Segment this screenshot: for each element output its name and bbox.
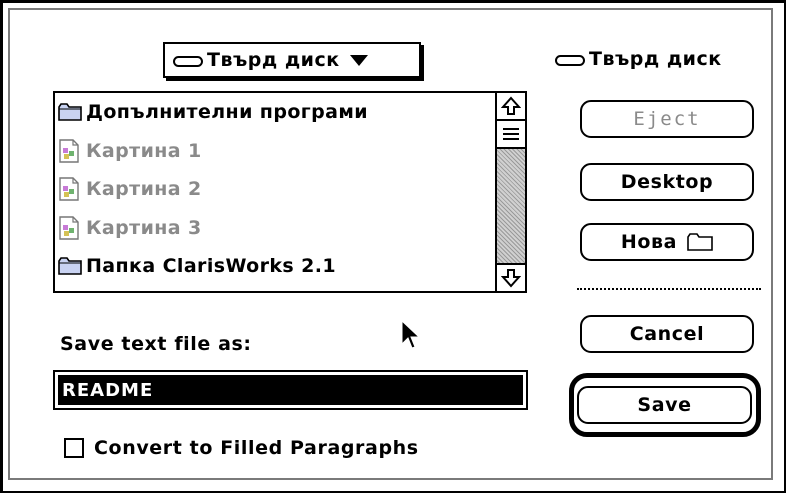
save-button-label: Save xyxy=(637,394,692,416)
folder-icon xyxy=(687,233,713,251)
disk-icon xyxy=(173,55,203,67)
cancel-button-label: Cancel xyxy=(629,323,705,345)
file-list-item[interactable]: Картина 3 xyxy=(55,209,495,248)
scroll-thumb[interactable] xyxy=(497,121,525,149)
file-list-item-label: Допълнителни програми xyxy=(86,101,368,124)
desktop-button-label: Desktop xyxy=(620,171,714,193)
convert-checkbox[interactable] xyxy=(64,438,84,458)
file-list-item-label: Папка ClarisWorks 2.1 xyxy=(86,255,336,278)
save-button[interactable]: Save xyxy=(577,386,752,424)
folder-icon xyxy=(58,103,82,122)
document-icon xyxy=(59,216,79,240)
convert-option-label: Convert to Filled Paragraphs xyxy=(94,437,419,459)
filename-value: README xyxy=(58,375,523,405)
scroll-up-button[interactable] xyxy=(497,93,525,121)
document-icon xyxy=(59,139,79,163)
scroll-down-button[interactable] xyxy=(497,263,525,291)
convert-option[interactable]: Convert to Filled Paragraphs xyxy=(64,437,419,459)
eject-button-label: Eject xyxy=(633,108,701,130)
new-folder-button[interactable]: Нова xyxy=(580,223,754,261)
file-list-item-label: Картина 3 xyxy=(86,216,202,239)
disk-icon xyxy=(555,54,585,66)
arrow-down-icon xyxy=(501,269,521,288)
file-list-item-label: Картина 2 xyxy=(86,178,202,201)
file-list[interactable]: Допълнителни програми Картина 1 Картина 2 К… xyxy=(53,91,527,293)
arrow-up-icon xyxy=(501,96,521,115)
button-separator xyxy=(577,288,761,290)
file-list-item[interactable]: Картина 2 xyxy=(55,170,495,209)
location-popup-menu[interactable]: Твърд диск xyxy=(163,42,421,78)
file-list-item[interactable]: Картина 1 xyxy=(55,132,495,171)
desktop-button[interactable]: Desktop xyxy=(580,163,754,201)
cancel-button[interactable]: Cancel xyxy=(580,315,754,353)
folder-icon xyxy=(58,257,82,276)
filename-field[interactable]: README xyxy=(53,370,528,410)
volume-name[interactable]: Твърд диск xyxy=(555,48,722,70)
eject-button[interactable]: Eject xyxy=(580,100,754,138)
save-prompt: Save text file as: xyxy=(60,333,252,355)
document-icon xyxy=(59,177,79,201)
file-list-scrollbar[interactable] xyxy=(495,93,525,291)
volume-label: Твърд диск xyxy=(589,48,722,70)
arrow-cursor-icon xyxy=(401,320,421,349)
location-popup-label: Твърд диск xyxy=(207,49,340,71)
new-folder-button-label: Нова xyxy=(620,231,678,253)
file-list-item[interactable]: Папка ClarisWorks 2.1 xyxy=(55,247,495,286)
file-list-item[interactable]: Допълнителни програми xyxy=(55,93,495,132)
triangle-down-icon xyxy=(349,54,368,66)
file-list-item-label: Картина 1 xyxy=(86,139,202,162)
file-list-rows: Допълнителни програми Картина 1 Картина 2 К… xyxy=(55,93,495,291)
